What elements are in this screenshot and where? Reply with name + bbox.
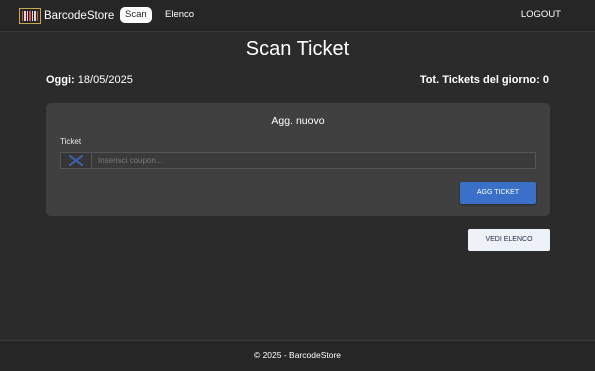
total-label: Tot. Tickets del giorno: [419, 74, 540, 86]
nav-item-elenco[interactable]: Elenco [165, 7, 194, 23]
barcode-icon [19, 8, 41, 24]
ticket-input-group [60, 152, 536, 169]
nav-item-scan[interactable]: Scan [120, 7, 152, 23]
today-value: 18/05/2025 [77, 74, 133, 86]
logout-button[interactable]: LOGOUT [521, 7, 561, 23]
today-label: Oggi: [46, 74, 75, 86]
add-ticket-card: Agg. nuovo Ticket AGG TICKET [46, 103, 550, 216]
page-title: Scan Ticket [245, 38, 350, 60]
ticket-field-label: Ticket [60, 137, 82, 146]
daily-ticket-count: Tot. Tickets del giorno: 0 [420, 74, 549, 86]
card-title: Agg. nuovo [271, 115, 325, 127]
barcode-scan-icon[interactable] [61, 153, 92, 168]
vedi-elenco-button[interactable]: VEDI ELENCO [468, 229, 550, 251]
footer: © 2025 - BarcodeStore [0, 340, 595, 371]
total-value: 0 [542, 74, 549, 86]
brand-name: BarcodeStore [44, 10, 115, 22]
footer-text: © 2025 - BarcodeStore [253, 350, 342, 360]
add-ticket-button[interactable]: AGG TICKET [460, 182, 536, 204]
today-date: Oggi: 18/05/2025 [46, 74, 133, 86]
navbar: BarcodeStore Scan Elenco LOGOUT [0, 0, 595, 32]
coupon-input[interactable] [92, 153, 535, 168]
brand[interactable]: BarcodeStore [19, 7, 114, 25]
